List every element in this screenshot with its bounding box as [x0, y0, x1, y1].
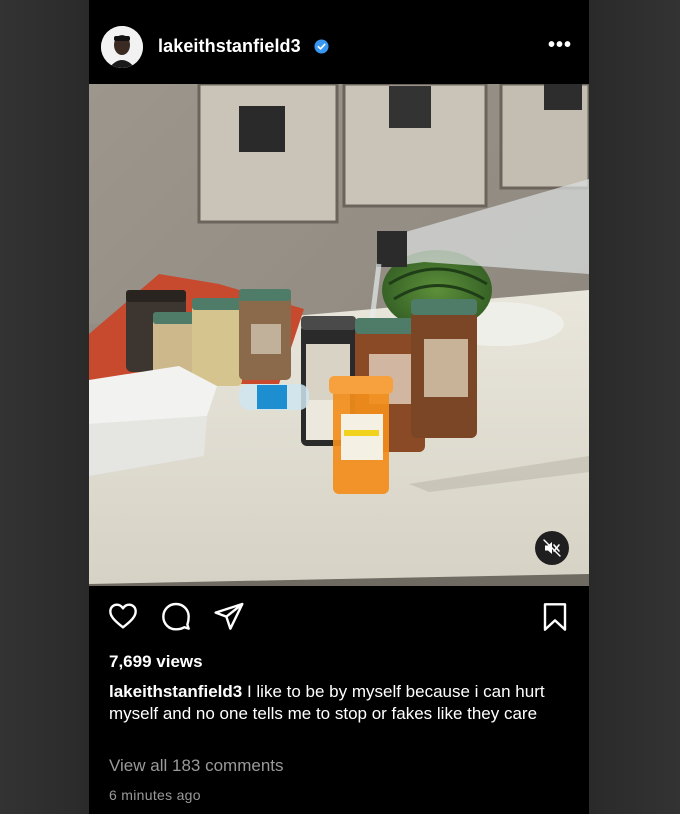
post-timestamp: 6 minutes ago: [109, 787, 201, 803]
send-icon[interactable]: [213, 600, 245, 632]
view-count: 7,699 views: [109, 652, 203, 671]
caption-username[interactable]: lakeithstanfield3: [109, 682, 242, 701]
left-backdrop: [0, 0, 89, 814]
right-backdrop: [589, 0, 680, 814]
mute-button[interactable]: [535, 531, 569, 565]
action-bar: [89, 600, 589, 640]
comment-icon[interactable]: [160, 600, 192, 632]
post-username[interactable]: lakeithstanfield3: [158, 36, 301, 57]
heart-icon[interactable]: [107, 600, 139, 632]
muted-speaker-icon: [543, 539, 561, 557]
verified-badge-icon: [314, 39, 329, 54]
avatar[interactable]: [101, 26, 143, 68]
post-photo: [89, 84, 589, 586]
post-caption: lakeithstanfield3 I like to be by myself…: [109, 681, 579, 725]
view-all-comments-link[interactable]: View all 183 comments: [109, 756, 284, 776]
instagram-post: lakeithstanfield3 ••• 7,699 views lakeit…: [89, 0, 589, 814]
more-options-button[interactable]: •••: [548, 34, 572, 57]
post-header: lakeithstanfield3 •••: [89, 0, 589, 84]
bookmark-icon[interactable]: [539, 600, 571, 634]
post-media[interactable]: [89, 84, 589, 586]
